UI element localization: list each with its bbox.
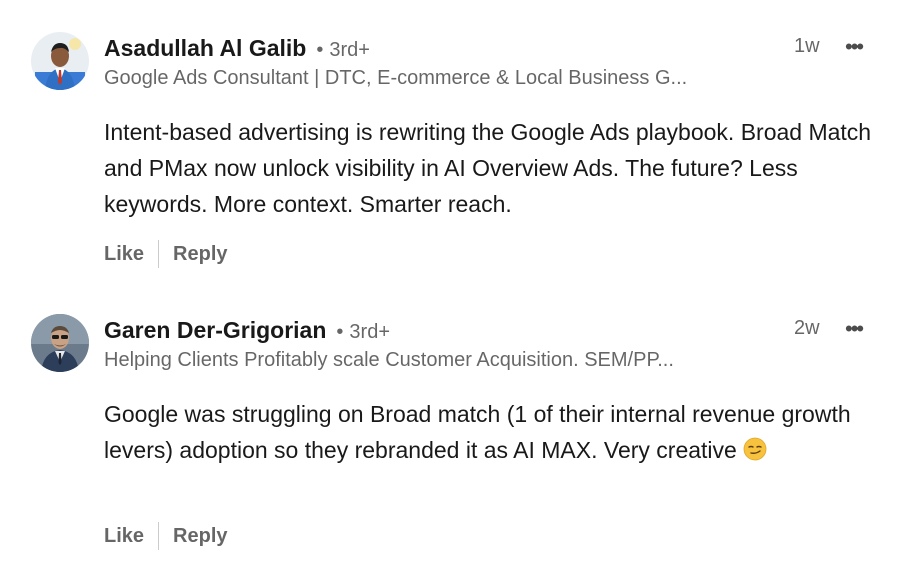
- comment-text: Intent-based advertising is rewriting th…: [104, 119, 872, 217]
- comment-text: Google was struggling on Broad match (1 …: [104, 396, 894, 468]
- author-name-text[interactable]: Asadullah Al Galib: [104, 35, 306, 62]
- author-name[interactable]: Garen Der-Grigorian • 3rd+: [104, 317, 390, 344]
- avatar-photo-icon: [31, 314, 89, 372]
- comment-text-content: Google was struggling on Broad match (1 …: [104, 401, 851, 463]
- like-button[interactable]: Like: [104, 243, 144, 266]
- avatar[interactable]: [31, 32, 89, 90]
- more-options-icon[interactable]: •••: [845, 316, 864, 342]
- avatar-photo-icon: [31, 32, 89, 90]
- comment-actions: Like Reply: [104, 522, 228, 550]
- comment-actions: Like Reply: [104, 240, 228, 268]
- smirking-face-emoji-icon: [743, 437, 767, 461]
- action-divider: [158, 240, 160, 268]
- avatar[interactable]: [31, 314, 89, 372]
- comment-item: Asadullah Al Galib • 3rd+ Google Ads Cons…: [0, 0, 916, 282]
- comment-timestamp: 1w: [794, 35, 820, 57]
- action-divider: [158, 522, 160, 550]
- connection-degree: • 3rd+: [336, 321, 390, 343]
- connection-degree: • 3rd+: [316, 39, 370, 61]
- like-button[interactable]: Like: [104, 525, 144, 548]
- reply-button[interactable]: Reply: [173, 525, 227, 548]
- more-options-icon[interactable]: •••: [845, 34, 864, 60]
- author-name-text[interactable]: Garen Der-Grigorian: [104, 317, 326, 344]
- author-headline: Helping Clients Profitably scale Custome…: [104, 349, 674, 371]
- author-name[interactable]: Asadullah Al Galib • 3rd+: [104, 35, 370, 62]
- author-headline: Google Ads Consultant | DTC, E-commerce …: [104, 67, 688, 89]
- reply-button[interactable]: Reply: [173, 243, 227, 266]
- comment-item: Garen Der-Grigorian • 3rd+ Helping Client…: [0, 282, 916, 564]
- comment-timestamp: 2w: [794, 317, 820, 339]
